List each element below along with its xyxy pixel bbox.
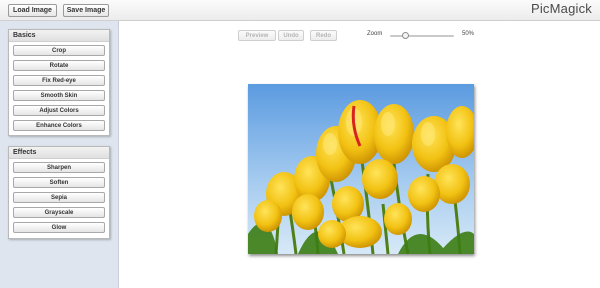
crop-button[interactable]: Crop — [13, 45, 105, 56]
smooth-skin-button[interactable]: Smooth Skin — [13, 90, 105, 101]
undo-button[interactable]: Undo — [278, 30, 304, 41]
photo-canvas[interactable] — [248, 84, 474, 254]
save-image-button[interactable]: Save Image — [63, 4, 109, 17]
effects-panel: Effects Sharpen Soften Sepia Grayscale G… — [8, 146, 110, 239]
soften-button[interactable]: Soften — [13, 177, 105, 188]
sharpen-button[interactable]: Sharpen — [13, 162, 105, 173]
app-logo: PicMagick — [530, 1, 592, 16]
basics-panel: Basics Crop Rotate Fix Red-eye Smooth Sk… — [8, 29, 110, 136]
sepia-button[interactable]: Sepia — [13, 192, 105, 203]
grayscale-button[interactable]: Grayscale — [13, 207, 105, 218]
redo-button[interactable]: Redo — [310, 30, 337, 41]
rotate-button[interactable]: Rotate — [13, 60, 105, 71]
basics-panel-title: Basics — [9, 30, 109, 42]
top-toolbar: Load Image Save Image PicMagick — [0, 0, 600, 21]
editor-area: Preview Undo Redo Zoom 50% — [120, 21, 600, 288]
sidebar: Basics Crop Rotate Fix Red-eye Smooth Sk… — [0, 21, 119, 288]
enhance-colors-button[interactable]: Enhance Colors — [13, 120, 105, 131]
fix-red-eye-button[interactable]: Fix Red-eye — [13, 75, 105, 86]
zoom-slider-track[interactable] — [390, 35, 454, 37]
preview-button[interactable]: Preview — [238, 30, 276, 41]
glow-button[interactable]: Glow — [13, 222, 105, 233]
zoom-value: 50% — [462, 31, 475, 37]
effects-panel-title: Effects — [9, 147, 109, 159]
adjust-colors-button[interactable]: Adjust Colors — [13, 105, 105, 116]
zoom-slider-thumb[interactable] — [402, 32, 409, 39]
load-image-button[interactable]: Load Image — [8, 4, 57, 17]
tulips-photo — [248, 84, 474, 254]
zoom-label: Zoom — [367, 31, 383, 37]
